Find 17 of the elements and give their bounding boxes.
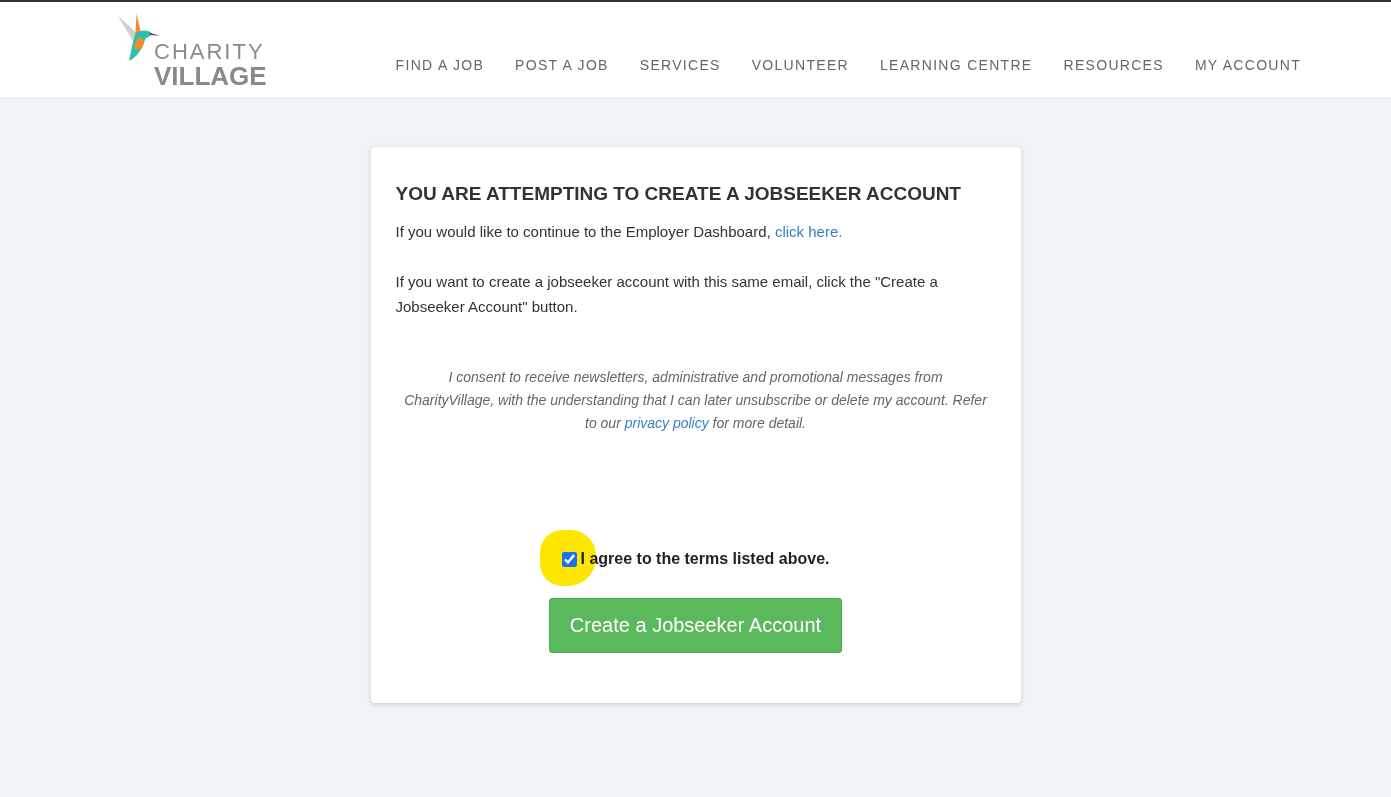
consent-text: I consent to receive newsletters, administrative and promotional messages from CharityVillage, with the understanding that I can later unsubscribe or delete my account. Refer to our privacy policy for more detail. xyxy=(403,368,989,433)
logo-text: CHARITY xyxy=(154,40,266,63)
nav-link[interactable]: FIND A JOB xyxy=(395,56,485,73)
body-text: If you would like to continue to the Employer Dashboard, click here. xyxy=(395,222,844,242)
privacy-policy-link[interactable]: privacy policy xyxy=(624,415,709,431)
nav-link[interactable]: MY ACCOUNT xyxy=(1194,56,1301,73)
nav-link[interactable]: VOLUNTEER xyxy=(751,56,849,73)
nav-link[interactable]: POST A JOB xyxy=(515,56,609,73)
link[interactable]: click here. xyxy=(774,223,843,240)
body-text: If you want to create a jobseeker account with this same email, click the "Create a Jobseeker Account" button. xyxy=(395,272,939,317)
nav-link[interactable]: LEARNING CENTRE xyxy=(880,56,1033,73)
nav-link[interactable]: RESOURCES xyxy=(1063,56,1164,73)
nav-link[interactable]: SERVICES xyxy=(639,56,721,73)
logo-text: VILLAGE xyxy=(154,62,267,89)
logo-link[interactable]: CHARITY VILLAGE xyxy=(116,4,267,89)
agree-checkbox[interactable] xyxy=(561,551,577,567)
card-title: YOU ARE ATTEMPTING TO CREATE A JOBSEEKER ACCOUNT xyxy=(395,183,962,205)
